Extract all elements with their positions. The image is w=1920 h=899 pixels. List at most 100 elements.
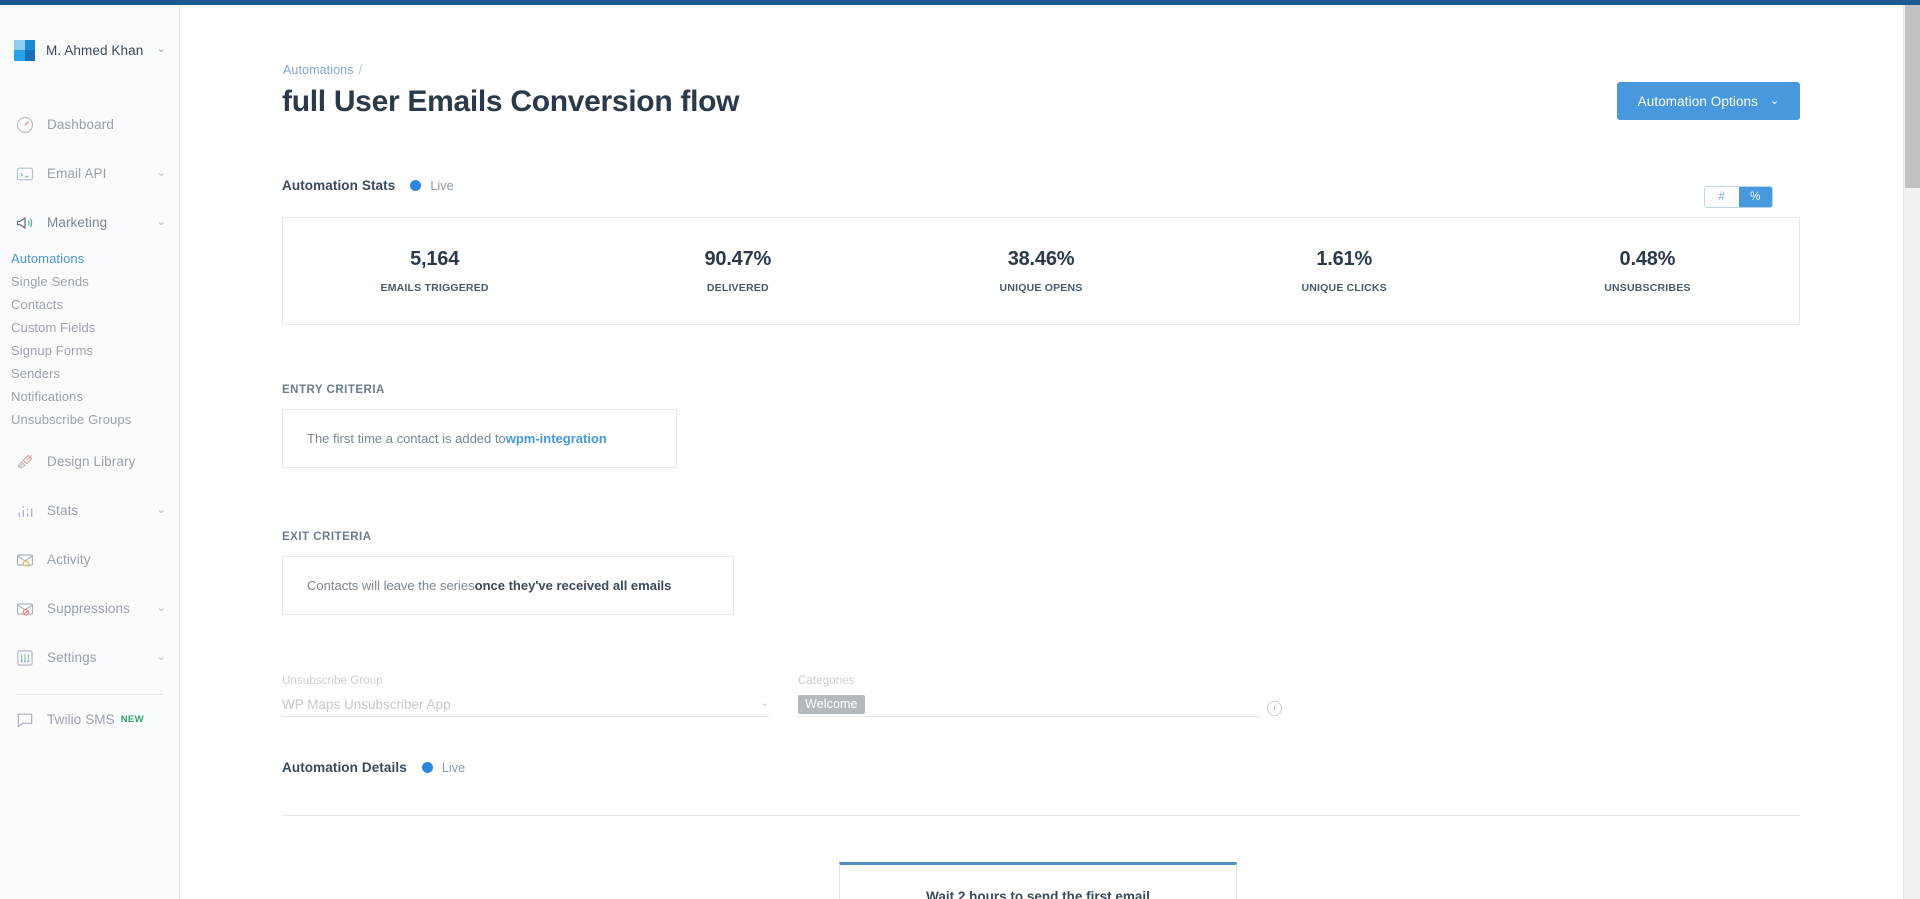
stat-label: EMAILS TRIGGERED: [380, 282, 489, 294]
toggle-percent[interactable]: %: [1738, 187, 1772, 207]
chevron-down-icon: ⌄: [156, 167, 166, 179]
account-switcher[interactable]: M. Ahmed Khan ⌄: [0, 24, 179, 76]
categories-value-row: Welcome: [798, 695, 1260, 714]
categories-field[interactable]: Categories Welcome i: [798, 675, 1282, 717]
sidebar-item-single-sends[interactable]: Single Sends: [0, 270, 179, 293]
breadcrumb-automations[interactable]: Automations: [283, 63, 354, 77]
status-dot-icon: [410, 180, 422, 191]
gauge-icon: [14, 114, 36, 136]
sidebar-item-settings[interactable]: Settings ⌄: [0, 633, 179, 682]
sidebar-item-label: Twilio SMS: [47, 712, 115, 727]
entry-criteria-text: The first time a contact is added to: [307, 431, 506, 446]
sidebar-item-label: Dashboard: [47, 117, 114, 132]
marketing-subnav: Automations Single Sends Contacts Custom…: [0, 247, 179, 437]
exit-criteria-label: EXIT CRITERIA: [282, 531, 372, 543]
stat-value: 5,164: [410, 248, 460, 270]
sidebar-item-senders[interactable]: Senders: [0, 362, 179, 385]
sidebar-item-unsubscribe-groups[interactable]: Unsubscribe Groups: [0, 408, 179, 431]
unsubscribe-group-value: WP Maps Unsubscriber App: [282, 697, 451, 712]
new-badge: NEW: [120, 714, 144, 725]
sidebar-item-label: Activity: [47, 552, 91, 567]
stat-delivered: 90.47% DELIVERED: [586, 218, 889, 324]
envelope-search-icon: [14, 549, 36, 571]
chevron-down-icon: ⌄: [759, 697, 769, 709]
sidebar-item-signup-forms[interactable]: Signup Forms: [0, 339, 179, 362]
status-dot-icon: [421, 762, 433, 773]
stat-label: UNIQUE OPENS: [999, 282, 1083, 294]
stats-card: 5,164 EMAILS TRIGGERED 90.47% DELIVERED …: [282, 217, 1800, 325]
sidebar-item-design-library[interactable]: Design Library: [0, 437, 179, 486]
unsubscribe-group-label: Unsubscribe Group: [282, 675, 383, 687]
vertical-scrollbar[interactable]: [1903, 5, 1920, 899]
exit-criteria-box: Contacts will leave the series once they…: [282, 556, 734, 615]
automation-stats-heading: Automation Stats Live: [282, 178, 454, 193]
stat-label: UNSUBSCRIBES: [1604, 282, 1691, 294]
breadcrumb: Automations /: [283, 63, 362, 77]
sidebar-item-suppressions[interactable]: Suppressions ⌄: [0, 584, 179, 633]
sidebar-nav: Dashboard Email API ⌄ Marketing ⌄ Automa…: [0, 100, 179, 744]
sidebar-item-label: Design Library: [47, 454, 136, 469]
chevron-down-icon: ⌄: [156, 42, 166, 55]
sidebar-item-custom-fields[interactable]: Custom Fields: [0, 316, 179, 339]
category-chip[interactable]: Welcome: [798, 695, 865, 714]
automation-options-label: Automation Options: [1637, 93, 1759, 109]
sidebar-item-twilio-sms[interactable]: Twilio SMS NEW: [0, 695, 179, 744]
sidebar-item-activity[interactable]: Activity: [0, 535, 179, 584]
sliders-icon: [14, 647, 36, 669]
sidebar-item-label: Stats: [47, 503, 79, 518]
automation-stats-title: Automation Stats: [282, 178, 396, 193]
info-icon[interactable]: i: [1267, 701, 1282, 716]
chevron-down-icon: ⌄: [156, 216, 166, 228]
stat-unsubscribes: 0.48% UNSUBSCRIBES: [1496, 218, 1799, 324]
entry-criteria-box: The first time a contact is added to wpm…: [282, 409, 677, 468]
stat-label: UNIQUE CLICKS: [1301, 282, 1387, 294]
chevron-down-icon: ⌄: [156, 504, 166, 516]
unit-toggle[interactable]: # %: [1704, 186, 1773, 208]
sidebar-item-label: Email API: [47, 166, 107, 181]
stat-value: 0.48%: [1619, 248, 1676, 270]
sidebar-item-email-api[interactable]: Email API ⌄: [0, 149, 179, 198]
chevron-down-icon: ⌄: [156, 602, 166, 614]
app-root: M. Ahmed Khan ⌄ Dashboard Email API ⌄ Ma…: [0, 0, 1920, 899]
sidebar-item-automations[interactable]: Automations: [0, 247, 179, 270]
sidebar-item-notifications[interactable]: Notifications: [0, 385, 179, 408]
megaphone-icon: [14, 212, 36, 234]
envelope-block-icon: [14, 598, 36, 620]
section-divider: [282, 815, 1800, 816]
automation-options-button[interactable]: Automation Options ⌄: [1617, 82, 1800, 120]
main-content: Automations / full User Emails Conversion…: [180, 5, 1903, 899]
brand-logo-icon: [14, 39, 35, 61]
unsubscribe-group-field[interactable]: Unsubscribe Group WP Maps Unsubscriber A…: [282, 675, 769, 717]
entry-criteria-link[interactable]: wpm-integration: [506, 431, 607, 446]
status-badge: Live: [430, 178, 454, 193]
account-name: M. Ahmed Khan: [46, 42, 144, 58]
stat-value: 38.46%: [1007, 248, 1075, 270]
exit-criteria-strong: once they've received all emails: [474, 578, 672, 593]
entry-criteria-label: ENTRY CRITERIA: [282, 384, 385, 396]
sidebar-item-label: Suppressions: [47, 601, 130, 616]
toggle-count[interactable]: #: [1705, 187, 1739, 207]
sidebar-item-label: Marketing: [47, 215, 108, 230]
stat-unique-opens: 38.46% UNIQUE OPENS: [889, 218, 1192, 324]
categories-label: Categories: [798, 675, 855, 687]
chevron-down-icon: ⌄: [1770, 94, 1780, 107]
flow-step-card[interactable]: Wait 2 hours to send the first email: [839, 862, 1237, 899]
sidebar-item-label: Settings: [47, 650, 97, 665]
stat-unique-clicks: 1.61% UNIQUE CLICKS: [1193, 218, 1496, 324]
sidebar-item-contacts[interactable]: Contacts: [0, 293, 179, 316]
sidebar-item-marketing[interactable]: Marketing ⌄: [0, 198, 179, 247]
chat-bubble-icon: [14, 709, 36, 731]
scrollbar-thumb[interactable]: [1905, 5, 1920, 188]
automation-details-heading: Automation Details Live: [282, 760, 465, 775]
flow-step-label: Wait 2 hours to send the first email: [926, 889, 1150, 899]
stat-value: 1.61%: [1316, 248, 1373, 270]
pencil-ruler-icon: [14, 451, 36, 473]
sidebar-item-dashboard[interactable]: Dashboard: [0, 100, 179, 149]
stat-value: 90.47%: [704, 248, 772, 270]
page-title: full User Emails Conversion flow: [282, 85, 740, 118]
automation-details-title: Automation Details: [282, 760, 407, 775]
sidebar-item-stats[interactable]: Stats ⌄: [0, 486, 179, 535]
code-window-icon: [14, 163, 36, 185]
stat-label: DELIVERED: [706, 282, 769, 294]
unsubscribe-group-value-row: WP Maps Unsubscriber App ⌄: [282, 695, 769, 714]
